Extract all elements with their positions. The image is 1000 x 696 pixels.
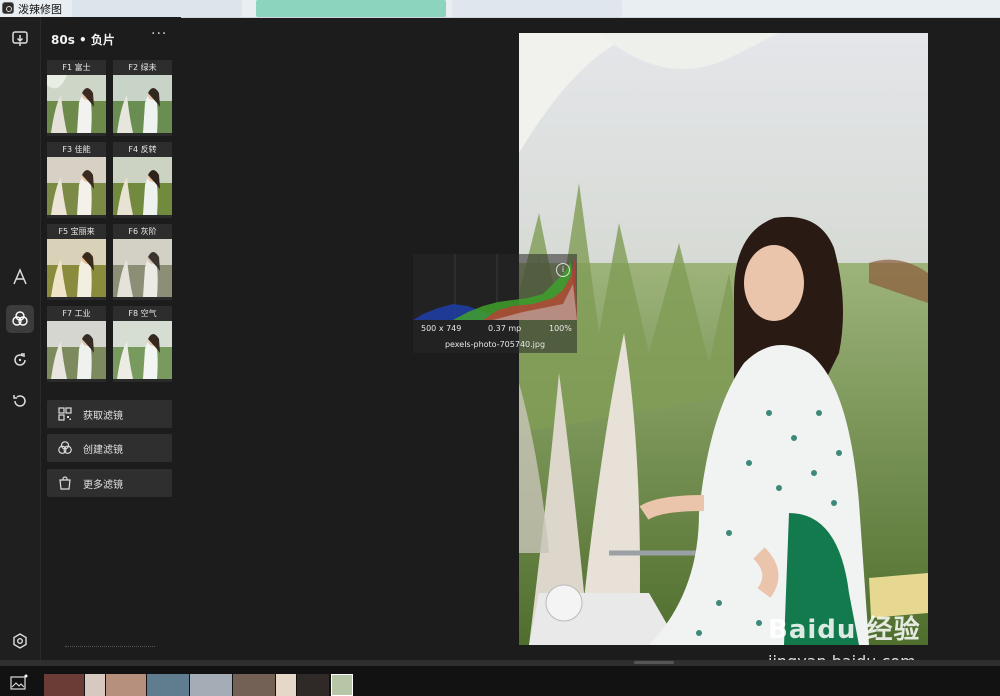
image-gallery-icon[interactable] [10,674,28,690]
filter-label: F1 富士 [47,60,106,75]
filter-tile-f4[interactable]: F4 反转 [113,142,172,218]
filters-icon [57,440,73,456]
filter-panel: 80s • 负片 ··· F1 富士 F2 绿未 F3 佳能 F4 反转 F5 … [41,17,181,662]
filters-icon[interactable] [6,305,34,333]
zoom-level: 100% [549,324,572,333]
filter-preview [47,321,106,379]
filter-label: F2 绿未 [113,60,172,75]
filmstrip-thumb[interactable] [106,674,146,696]
image-megapixels: 0.37 mp [488,324,522,333]
filter-tile-f8[interactable]: F8 空气 [113,306,172,382]
image-filename: pexels-photo-705740.jpg [444,340,546,349]
filter-preview [47,239,106,297]
filmstrip-thumb[interactable] [233,674,275,696]
filter-tile-f2[interactable]: F2 绿未 [113,60,172,136]
filter-preview [113,321,172,379]
filter-preview [113,157,172,215]
background-tab [452,0,622,17]
filter-label: F8 空气 [113,306,172,321]
filter-tile-f6[interactable]: F6 灰阶 [113,224,172,300]
text-icon[interactable] [8,265,32,289]
filter-label: F7 工业 [47,306,106,321]
shopping-bag-icon [57,475,73,491]
info-icon[interactable]: i [556,263,570,277]
more-options-button[interactable]: ··· [151,26,167,42]
get-filter-button[interactable]: 获取滤镜 [47,400,172,428]
filter-label: F3 佳能 [47,142,106,157]
filter-label: F6 灰阶 [113,224,172,239]
filmstrip-thumb[interactable] [276,674,296,696]
app-title: 泼辣修图 [18,3,62,16]
export-icon[interactable] [8,27,32,51]
filmstrip-thumb[interactable] [297,674,329,696]
filmstrip-thumb[interactable] [85,674,105,696]
filter-tile-f5[interactable]: F5 宝丽来 [47,224,106,300]
filter-tile-f3[interactable]: F3 佳能 [47,142,106,218]
filter-tile-f7[interactable]: F7 工业 [47,306,106,382]
button-label: 获取滤镜 [83,410,123,422]
qr-code-icon [57,406,73,422]
photo-canvas[interactable] [519,33,928,645]
redo-icon[interactable] [8,348,32,372]
background-tab [72,0,242,17]
filter-tile-f1[interactable]: F1 富士 [47,60,106,136]
panel-divider [65,646,155,647]
background-tab [256,0,446,17]
filter-preview [113,75,172,133]
more-filters-button[interactable]: 更多滤镜 [47,469,172,497]
histogram-graph [413,254,577,320]
image-dimensions: 500 x 749 [421,324,462,333]
filmstrip-thumb[interactable] [190,674,232,696]
panel-title: 80s • 负片 [51,33,115,47]
button-label: 创建滤镜 [83,444,123,456]
filter-preview [113,239,172,297]
filter-preview [47,75,106,133]
scrollbar-thumb[interactable] [634,661,674,664]
filter-label: F5 宝丽来 [47,224,106,239]
filmstrip [0,666,1000,696]
filmstrip-thumb-selected[interactable] [331,674,353,696]
tool-rail [0,17,41,662]
histogram-overlay: i 500 x 749 0.37 mp 100% pexels-photo-70… [413,254,577,353]
button-label: 更多滤镜 [83,479,123,491]
filmstrip-thumb[interactable] [44,674,84,696]
app-logo-icon [2,2,14,14]
undo-icon[interactable] [8,389,32,413]
title-bar: 泼辣修图 [0,0,1000,18]
settings-icon[interactable] [8,629,32,653]
filmstrip-thumb[interactable] [147,674,189,696]
filter-label: F4 反转 [113,142,172,157]
create-filter-button[interactable]: 创建滤镜 [47,434,172,462]
filter-preview [47,157,106,215]
